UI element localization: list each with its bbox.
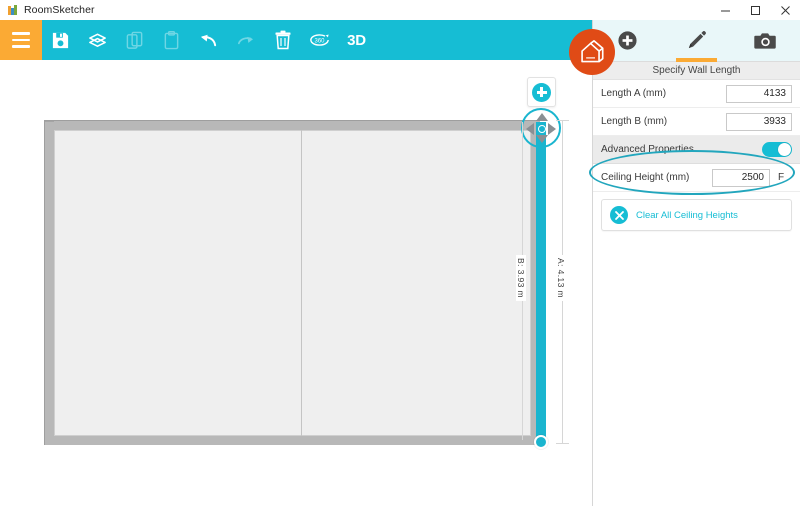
ceiling-height-suffix: F: [770, 172, 792, 183]
floppy-disk-icon: [51, 31, 70, 50]
pencil-icon: [686, 30, 707, 51]
wall-endpoint-handle[interactable]: [534, 435, 548, 449]
paste-button[interactable]: [153, 20, 190, 60]
advanced-properties-label: Advanced Properties: [601, 144, 762, 155]
redo-button[interactable]: [227, 20, 264, 60]
minimize-icon: [720, 5, 731, 16]
move-down-arrow-icon[interactable]: [536, 135, 548, 143]
four-way-move-handle[interactable]: [521, 108, 561, 148]
undo-arrow-icon: [198, 31, 219, 50]
layers-icon: [87, 30, 108, 51]
window-controls: [710, 0, 800, 20]
main-toolbar: 360 3D: [0, 20, 592, 60]
close-button[interactable]: [770, 0, 800, 20]
minimize-button[interactable]: [710, 0, 740, 20]
copy-icon: [126, 31, 144, 50]
selected-wall[interactable]: [536, 122, 546, 440]
dimension-tick-a-top: [556, 120, 569, 121]
maximize-button[interactable]: [740, 0, 770, 20]
move-right-arrow-icon[interactable]: [548, 123, 556, 135]
plus-circle-icon: [532, 83, 551, 102]
hamburger-bar: [12, 32, 30, 35]
length-a-label: Length A (mm): [601, 88, 726, 99]
panel-header-title: Specify Wall Length: [593, 62, 800, 80]
trash-icon: [274, 30, 292, 50]
ceiling-height-input[interactable]: [712, 169, 770, 187]
room-wall-divider: [301, 130, 302, 436]
hamburger-bar: [12, 45, 30, 48]
floorplan-canvas[interactable]: B: 3.93 m A: 4.13 m »: [0, 60, 592, 506]
save-button[interactable]: [42, 20, 79, 60]
clear-all-ceiling-heights-button[interactable]: Clear All Ceiling Heights: [601, 199, 792, 231]
title-bar: RoomSketcher: [0, 0, 800, 20]
room-interior-fill: [54, 130, 531, 436]
field-row-length-b: Length B (mm): [593, 108, 800, 136]
x-circle-icon: [610, 206, 628, 224]
field-row-advanced-properties: Advanced Properties: [593, 136, 800, 164]
move-center-dot[interactable]: [538, 125, 546, 133]
room-shape[interactable]: [44, 120, 540, 445]
roomsketcher-house-badge[interactable]: [569, 29, 615, 75]
dimension-label-b: B: 3.93 m: [516, 255, 526, 301]
view-3d-button[interactable]: 3D: [338, 20, 375, 60]
hamburger-menu-button[interactable]: [0, 20, 42, 60]
camera-icon: [754, 31, 777, 51]
360-rotate-icon: 360: [308, 30, 331, 50]
roomsketcher-app-window: RoomSketcher: [0, 0, 800, 506]
tab-edit[interactable]: [662, 20, 731, 62]
app-logo-icon: [7, 5, 18, 16]
move-up-arrow-icon[interactable]: [536, 113, 548, 121]
clipboard-icon: [163, 31, 180, 50]
house-logo-icon: [579, 39, 606, 66]
hamburger-bar: [12, 39, 30, 42]
layers-button[interactable]: [79, 20, 116, 60]
view-3d-label: 3D: [347, 32, 366, 49]
undo-button[interactable]: [190, 20, 227, 60]
plus-circle-icon: [617, 30, 638, 51]
length-a-input[interactable]: [726, 85, 792, 103]
copy-button[interactable]: [116, 20, 153, 60]
panel-tab-bar: [593, 20, 800, 62]
maximize-icon: [750, 5, 761, 16]
tab-camera[interactable]: [731, 20, 800, 62]
clear-all-ceiling-heights-label: Clear All Ceiling Heights: [636, 210, 738, 221]
delete-button[interactable]: [264, 20, 301, 60]
field-row-ceiling-height: Ceiling Height (mm) F: [593, 164, 800, 192]
ceiling-height-label: Ceiling Height (mm): [601, 172, 712, 183]
advanced-properties-toggle[interactable]: [762, 142, 792, 157]
move-left-arrow-icon[interactable]: [526, 123, 534, 135]
length-b-label: Length B (mm): [601, 116, 726, 127]
toggle-knob: [778, 143, 791, 156]
redo-arrow-icon: [235, 31, 256, 50]
field-row-length-a: Length A (mm): [593, 80, 800, 108]
properties-panel: Specify Wall Length Length A (mm) Length…: [592, 20, 800, 506]
add-room-button[interactable]: [527, 77, 556, 107]
length-b-input[interactable]: [726, 113, 792, 131]
dimension-label-a: A: 4.13 m: [556, 255, 566, 301]
dimension-tick-a-bottom: [556, 443, 569, 444]
window-title: RoomSketcher: [24, 4, 95, 16]
close-icon: [780, 5, 791, 16]
svg-text:360: 360: [315, 38, 326, 44]
view-360-button[interactable]: 360: [301, 20, 338, 60]
